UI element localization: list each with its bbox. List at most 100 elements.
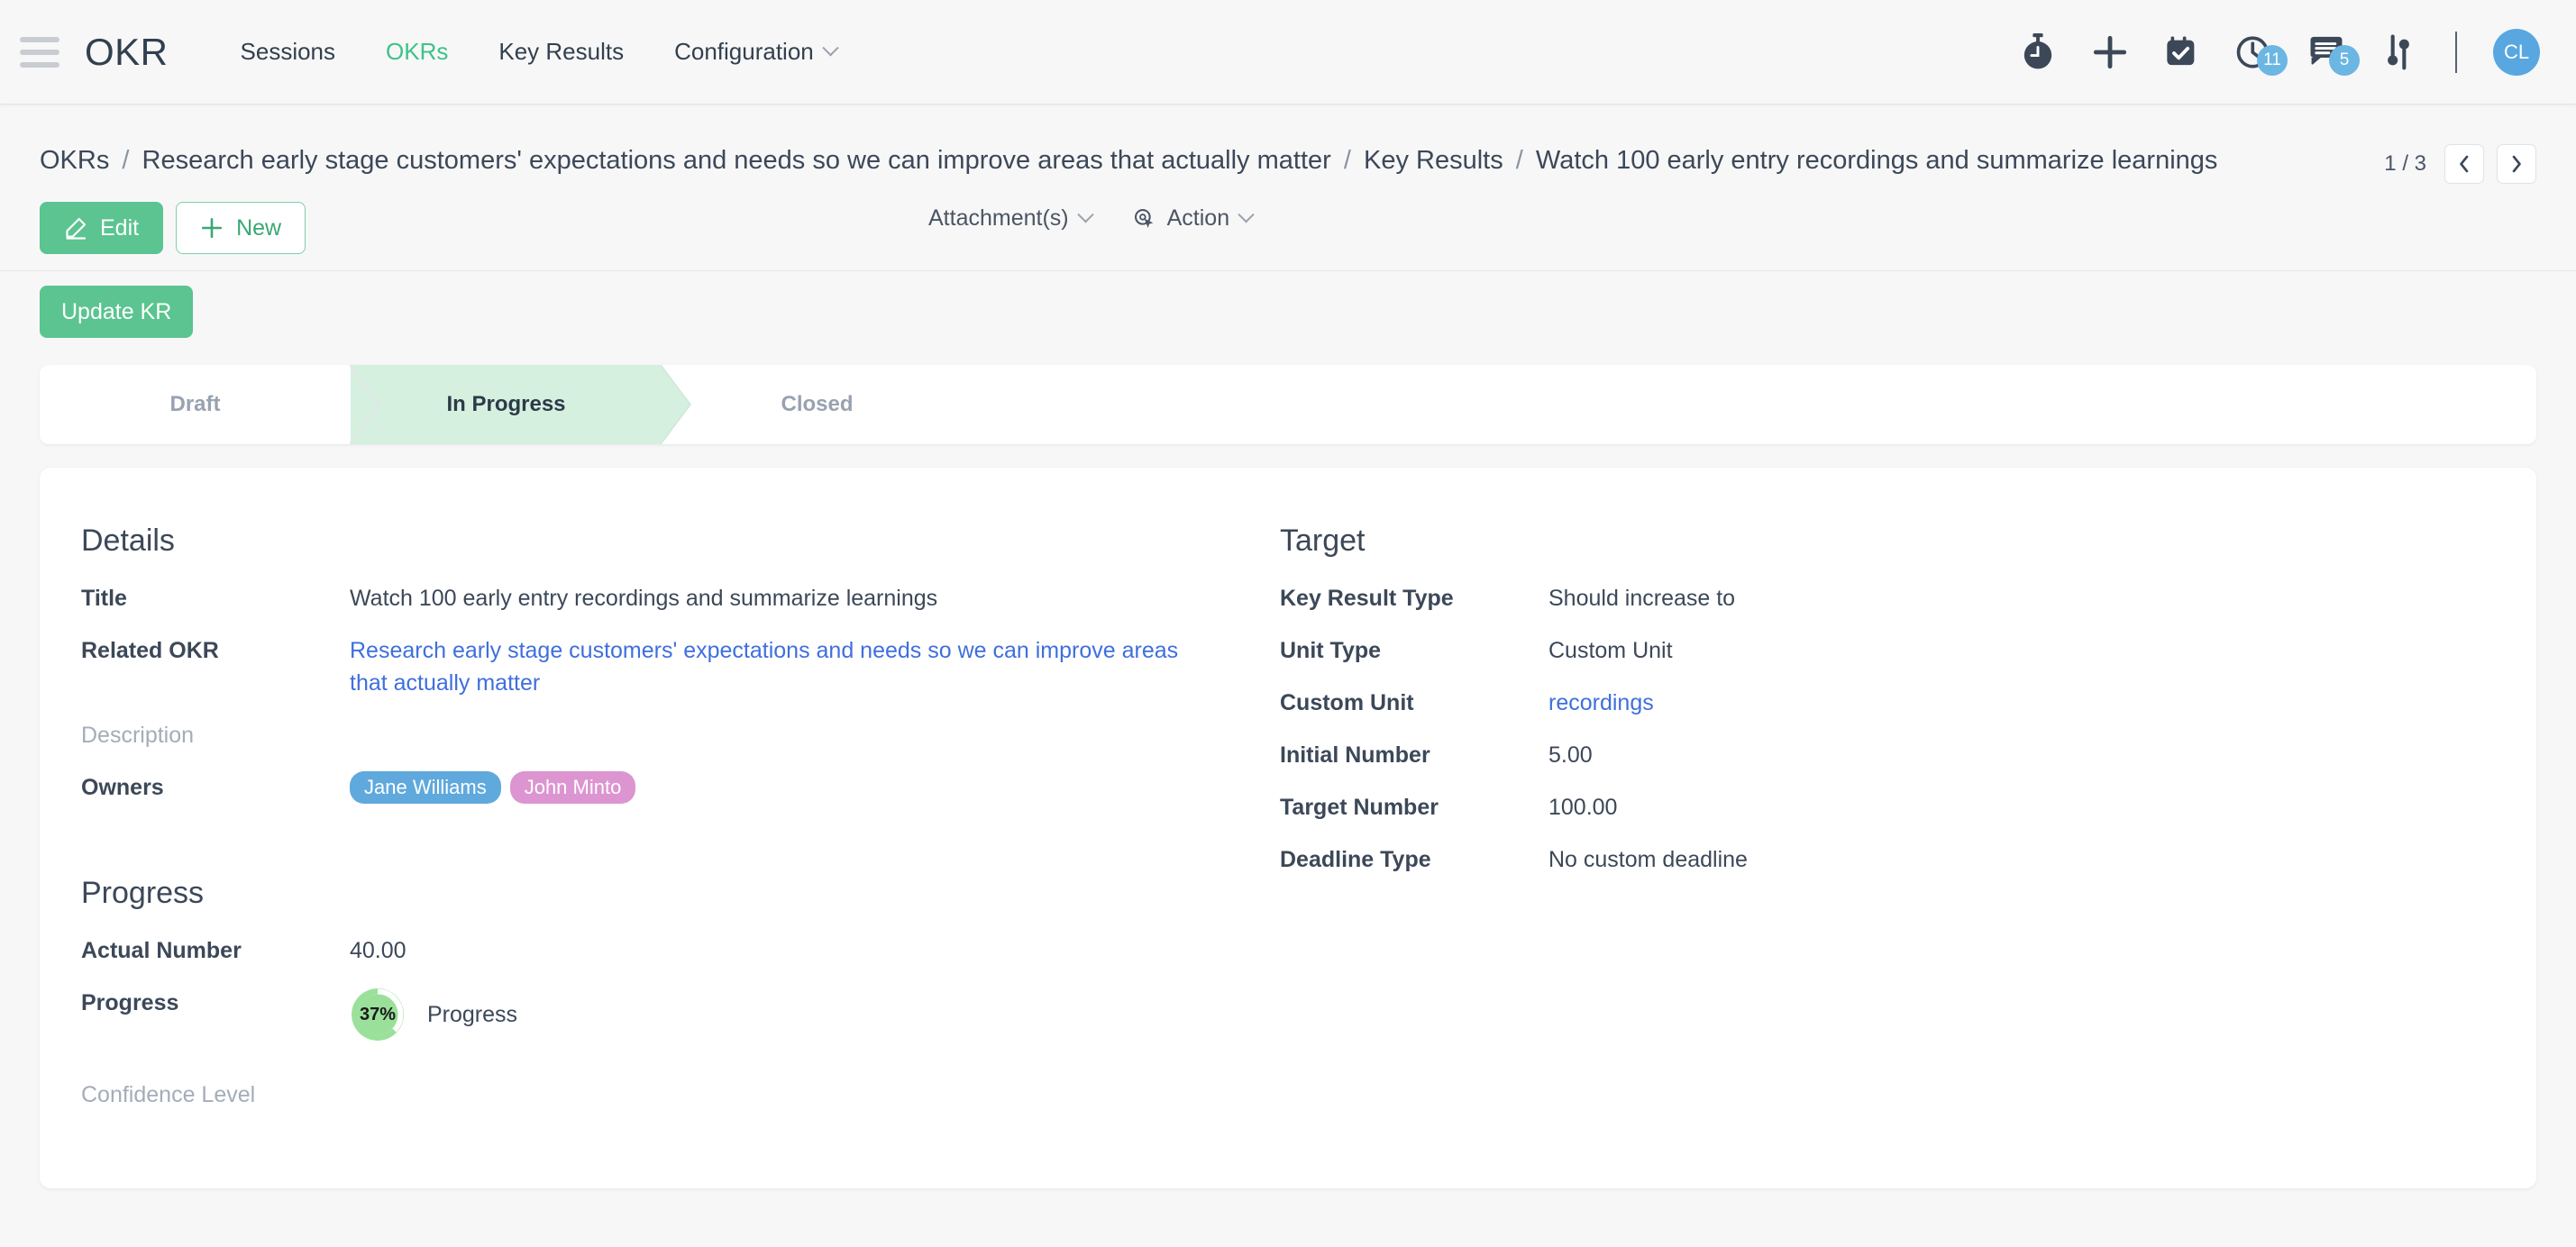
field-value-related-okr-link[interactable]: Research early stage customers' expectat…: [350, 634, 1188, 699]
chevron-down-icon: [1238, 206, 1255, 223]
breadcrumb-item-objective[interactable]: Research early stage customers' expectat…: [142, 146, 1331, 175]
pager-prev-button[interactable]: [2444, 144, 2484, 184]
nav-divider: [2455, 31, 2457, 73]
breadcrumb-separator: /: [1515, 146, 1523, 175]
progress-gauge: 37%: [350, 987, 406, 1042]
status-step-closed[interactable]: Closed: [662, 365, 973, 444]
field-row-actual-number: Actual Number 40.00: [81, 934, 1280, 967]
nav-item-configuration[interactable]: Configuration: [674, 38, 839, 66]
pager-count: 1 / 3: [2384, 151, 2426, 176]
nav-item-okrs-label: OKRs: [386, 38, 449, 65]
owner-tag-john-minto[interactable]: John Minto: [509, 771, 636, 804]
field-row-related-okr: Related OKR Research early stage custome…: [81, 634, 1280, 699]
update-kr-button-label: Update KR: [61, 298, 172, 324]
nav-item-configuration-label: Configuration: [674, 38, 814, 65]
status-bar-wrapper: Draft In Progress Closed: [0, 338, 2576, 444]
field-value-key-result-type: Should increase to: [1548, 586, 1736, 611]
field-label-actual-number: Actual Number: [81, 938, 242, 963]
status-step-draft-label: Draft: [169, 392, 221, 416]
field-label-deadline-type: Deadline Type: [1280, 847, 1431, 872]
status-step-in-progress[interactable]: In Progress: [351, 365, 691, 444]
pager-next-button[interactable]: [2497, 144, 2536, 184]
field-row-unit-type: Unit Type Custom Unit: [1280, 634, 2479, 667]
field-label-progress: Progress: [81, 990, 179, 1015]
breadcrumb-separator: /: [1343, 146, 1351, 175]
main-nav-links: Sessions OKRs Key Results Configuration: [241, 38, 839, 66]
breadcrumb-item-key-results[interactable]: Key Results: [1364, 146, 1503, 175]
progress-section: Progress Actual Number 40.00 Progress 37…: [81, 876, 1280, 1111]
breadcrumb-separator: /: [122, 146, 130, 175]
attachments-dropdown-label: Attachment(s): [928, 205, 1069, 231]
field-label-custom-unit: Custom Unit: [1280, 690, 1414, 715]
breadcrumb: OKRs / Research early stage customers' e…: [40, 137, 2217, 184]
action-cursor-icon: [1134, 208, 1153, 228]
field-label-unit-type: Unit Type: [1280, 638, 1382, 663]
owner-tag-jane-williams[interactable]: Jane Williams: [350, 771, 501, 804]
field-row-confidence-level: Confidence Level: [81, 1079, 1280, 1111]
field-label-key-result-type: Key Result Type: [1280, 586, 1454, 611]
field-row-deadline-type: Deadline Type No custom deadline: [1280, 843, 2479, 876]
plus-icon: [202, 217, 223, 239]
field-label-initial-number: Initial Number: [1280, 742, 1430, 768]
field-row-progress: Progress 37% Progress: [81, 987, 1280, 1042]
status-step-closed-label: Closed: [781, 392, 854, 416]
action-toolbar: Edit New Attachment(s) Action: [0, 184, 2576, 256]
user-avatar[interactable]: CL: [2493, 28, 2540, 76]
field-label-confidence-level: Confidence Level: [81, 1082, 256, 1107]
attachments-dropdown[interactable]: Attachment(s): [928, 205, 1094, 232]
details-section-title: Details: [81, 523, 175, 558]
hamburger-menu-icon[interactable]: [20, 36, 59, 68]
nav-item-okrs[interactable]: OKRs: [386, 38, 448, 66]
stopwatch-icon[interactable]: [2017, 32, 2059, 73]
target-column: Target Key Result Type Should increase t…: [1280, 523, 2479, 1131]
field-row-title: Title Watch 100 early entry recordings a…: [81, 582, 1280, 614]
field-value-unit-type: Custom Unit: [1548, 638, 1673, 663]
field-label-description: Description: [81, 723, 195, 748]
nav-item-sessions[interactable]: Sessions: [241, 38, 336, 66]
clock-activity-icon[interactable]: 11: [2233, 32, 2288, 76]
plus-icon[interactable]: [2089, 32, 2131, 73]
action-dropdown[interactable]: Action: [1133, 205, 1255, 232]
pencil-icon: [66, 217, 87, 240]
breadcrumb-item-okrs[interactable]: OKRs: [40, 146, 109, 175]
new-button[interactable]: New: [176, 202, 306, 254]
field-label-owners: Owners: [81, 775, 164, 800]
action-dropdown-label: Action: [1166, 205, 1230, 231]
field-label-related-okr: Related OKR: [81, 638, 219, 663]
chevron-down-icon: [822, 40, 839, 57]
target-section-title: Target: [1280, 523, 1366, 558]
edit-button[interactable]: Edit: [40, 202, 164, 254]
status-arrow-icon: [350, 365, 380, 444]
field-row-description: Description: [81, 719, 1280, 751]
status-arrow-icon: [661, 365, 691, 444]
record-pager: 1 / 3: [2384, 144, 2536, 184]
top-navigation-bar: OKR Sessions OKRs Key Results Configurat…: [0, 0, 2576, 105]
status-step-in-progress-label: In Progress: [446, 392, 566, 416]
chevron-down-icon: [1076, 206, 1094, 223]
field-row-target-number: Target Number 100.00: [1280, 791, 2479, 824]
breadcrumb-item-current[interactable]: Watch 100 early entry recordings and sum…: [1536, 146, 2218, 175]
progress-gauge-percent: 37%: [359, 1004, 397, 1024]
messages-icon[interactable]: 5: [2306, 32, 2360, 76]
progress-section-title: Progress: [81, 876, 205, 910]
secondary-action-group: Attachment(s) Action: [928, 205, 1255, 232]
field-row-key-result-type: Key Result Type Should increase to: [1280, 582, 2479, 614]
primary-button-group: Edit New: [40, 202, 306, 254]
field-value-target-number: 100.00: [1548, 795, 1618, 820]
app-brand-title[interactable]: OKR: [85, 31, 169, 74]
details-column: Details Title Watch 100 early entry reco…: [81, 523, 1280, 1131]
nav-right-icon-group: 11 5 CL: [2017, 28, 2540, 76]
settings-sliders-icon[interactable]: [2378, 32, 2419, 73]
main-card-wrapper: Details Title Watch 100 early entry reco…: [0, 444, 2576, 1188]
field-value-custom-unit-link[interactable]: recordings: [1548, 687, 1654, 719]
nav-item-key-results[interactable]: Key Results: [498, 38, 624, 66]
calendar-check-icon[interactable]: [2161, 32, 2203, 73]
clock-activity-badge: 11: [2257, 44, 2288, 76]
breadcrumb-area: OKRs / Research early stage customers' e…: [0, 105, 2576, 184]
status-step-draft[interactable]: Draft: [40, 365, 380, 444]
field-value-title: Watch 100 early entry recordings and sum…: [350, 586, 938, 611]
messages-badge: 5: [2329, 44, 2360, 76]
progress-gauge-caption: Progress: [427, 1001, 518, 1027]
status-action-toolbar: Update KR: [0, 270, 2576, 338]
update-kr-button[interactable]: Update KR: [40, 286, 194, 338]
